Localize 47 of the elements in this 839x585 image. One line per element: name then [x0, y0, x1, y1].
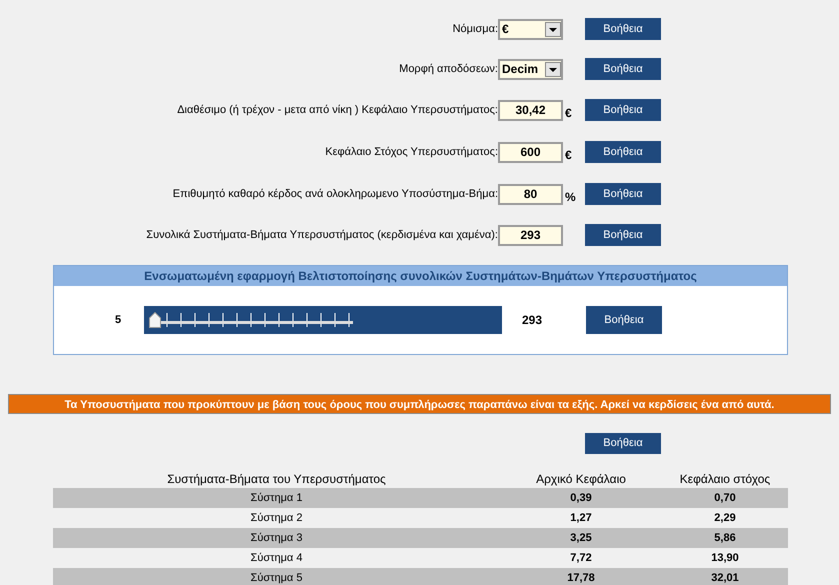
table-cell: 7,72 — [500, 548, 662, 568]
table-cell: Σύστημα 4 — [53, 548, 500, 568]
slider-max-label: 293 — [520, 312, 544, 329]
slider-min-label: 5 — [114, 312, 122, 328]
help-button[interactable]: Βοήθεια — [585, 433, 661, 454]
input-field[interactable]: 600 — [498, 142, 563, 162]
help-button[interactable]: Βοήθεια — [585, 141, 661, 163]
input-field[interactable]: 293 — [498, 224, 563, 246]
help-button[interactable]: Βοήθεια — [585, 18, 661, 40]
unit-label: € — [564, 147, 573, 164]
field-label: Επιθυμητό καθαρό κέρδος ανά ολοκληρωμενο Υποσύστημα-Βήμα: — [172, 186, 498, 202]
unit-label: % — [564, 189, 577, 206]
help-button[interactable]: Βοήθεια — [585, 58, 661, 80]
field-label: Διαθέσιμο (ή τρέχον - μετα από νίκη ) Κεφάλαιο Υπερσυστήματος: — [176, 102, 498, 118]
column-header: Κεφάλαιο στόχος — [662, 469, 788, 488]
table-cell: 1,27 — [500, 508, 662, 528]
dropdown[interactable]: € — [498, 18, 563, 40]
dropdown[interactable]: Decim — [498, 58, 563, 80]
slider-thumb[interactable] — [149, 312, 161, 328]
field-label: Κεφάλαιο Στόχος Υπερσυστήματος: — [324, 144, 498, 160]
table-cell: 0,70 — [662, 488, 788, 508]
field-label: Νόμισμα: — [452, 22, 498, 37]
table-cell: 5,86 — [662, 528, 788, 548]
table-cell: Σύστημα 5 — [53, 568, 500, 585]
unit-label: € — [564, 105, 573, 122]
input-field[interactable]: 80 — [498, 184, 563, 204]
help-button[interactable]: Βοήθεια — [586, 306, 662, 334]
field-label: Μορφή αποδόσεων: — [398, 62, 498, 77]
table-cell: 3,25 — [500, 528, 662, 548]
help-button[interactable]: Βοήθεια — [585, 183, 661, 205]
table-cell: Σύστημα 1 — [53, 488, 500, 508]
table-cell: 13,90 — [662, 548, 788, 568]
help-button[interactable]: Βοήθεια — [585, 224, 661, 246]
column-header: Συστήματα-Βήματα του Υπερσυστήματος — [53, 469, 500, 488]
table-cell: 32,01 — [662, 568, 788, 585]
help-button[interactable]: Βοήθεια — [585, 99, 661, 121]
results-banner: Τα Υποσυστήματα που προκύπτουν με βάση τους όρους που συμπλήρωσες παραπάνω είναι τα εξής. Αρκεί να κερδίσεις ένα από αυτά. — [8, 394, 831, 414]
table-cell: 2,29 — [662, 508, 788, 528]
panel-header: Ενσωματωμένη εφαρμογή Βελτιστοποίησης συνολικών Συστημάτων-Βημάτων Υπερσυστήματος — [54, 266, 787, 286]
table-cell: 17,78 — [500, 568, 662, 585]
table-cell: Σύστημα 3 — [53, 528, 500, 548]
input-field[interactable]: 30,42 — [498, 100, 563, 120]
table-cell: Σύστημα 2 — [53, 508, 500, 528]
table-cell: 0,39 — [500, 488, 662, 508]
column-header: Αρχικό Κεφάλαιο — [500, 469, 662, 488]
field-label: Συνολικά Συστήματα-Βήματα Υπερσυστήματος (κερδισμένα και χαμένα): — [145, 228, 498, 243]
slider[interactable] — [144, 306, 502, 334]
